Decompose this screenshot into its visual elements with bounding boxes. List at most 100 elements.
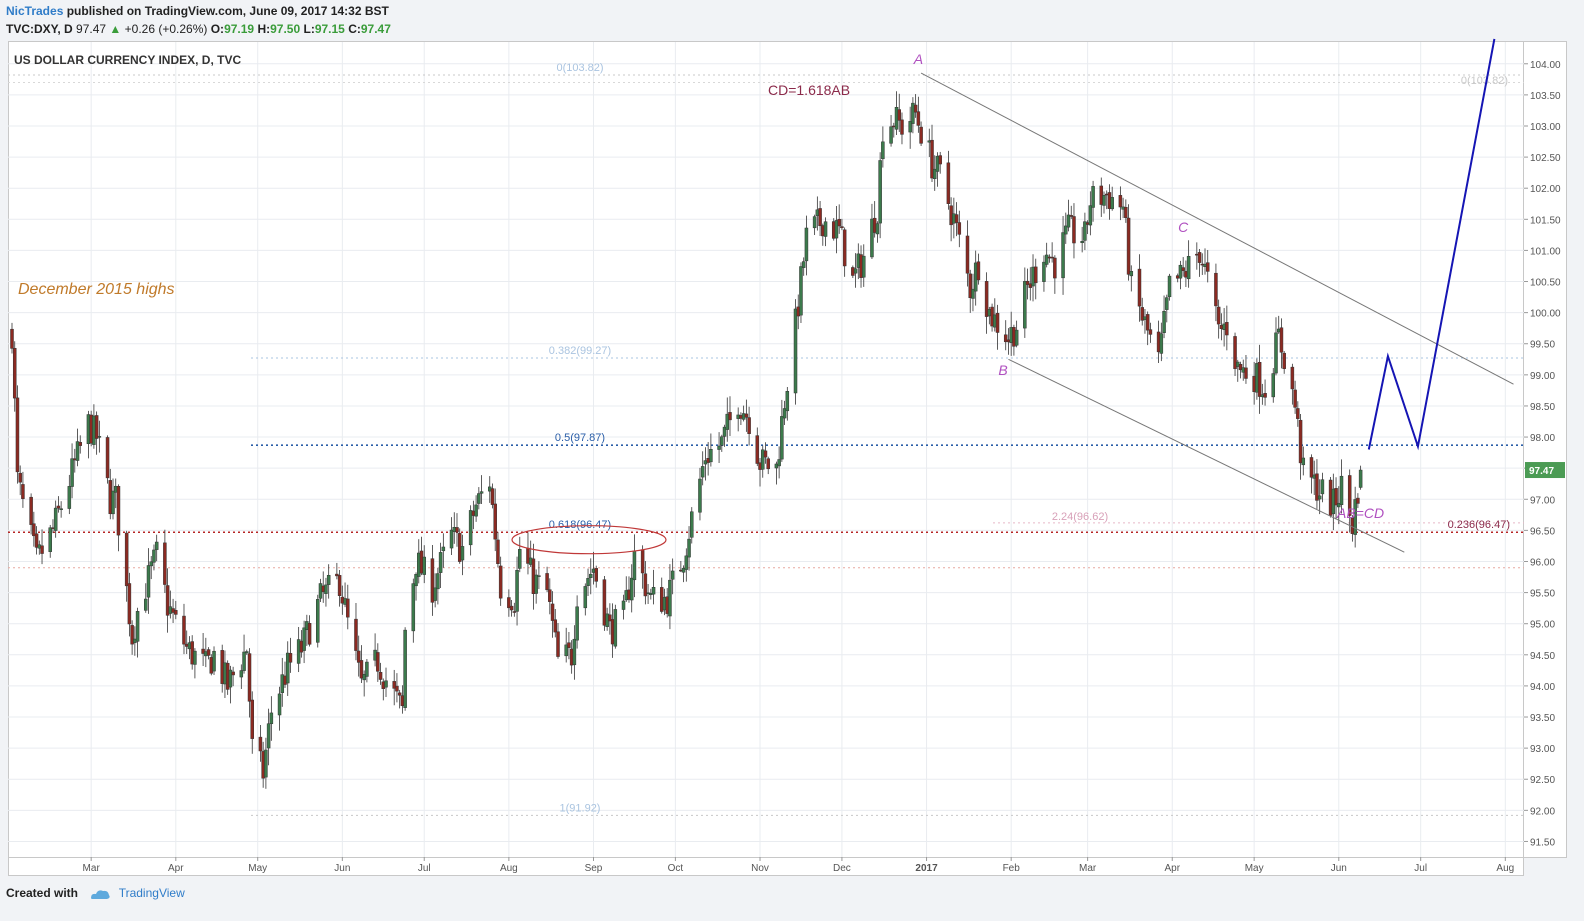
candle-body <box>842 229 847 267</box>
candle-body <box>455 527 459 533</box>
tradingview-link[interactable]: TradingView <box>119 886 185 900</box>
candle-body <box>1356 497 1360 504</box>
candle-body <box>154 541 159 550</box>
candle-body <box>946 162 951 204</box>
candle-body <box>182 615 186 645</box>
y-tick-label: 95.00 <box>1530 620 1555 631</box>
candle-body <box>1271 373 1276 398</box>
candle-body <box>957 222 962 235</box>
candle-body <box>1205 262 1210 272</box>
y-tick-label: 94.00 <box>1530 682 1555 693</box>
fibonacci-levels: 0(103.82)0.382(99.27)0.5(97.87)0.618(96.… <box>8 62 1524 816</box>
candle-body <box>365 661 369 677</box>
fib-right-label: 0(103.82) <box>1461 75 1508 87</box>
candle-body <box>97 436 102 438</box>
candle-body <box>1014 329 1019 346</box>
candle-body <box>515 569 519 612</box>
candle-body <box>212 650 216 672</box>
x-tick-label: Jul <box>1414 863 1427 874</box>
candle-body <box>1298 419 1303 464</box>
candle-body <box>441 546 446 552</box>
candle-body <box>1137 268 1142 307</box>
candlestick-series <box>10 91 1363 789</box>
candle-body <box>264 749 268 778</box>
candle-body <box>1091 186 1095 208</box>
candle-body <box>397 692 402 696</box>
x-tick-label: Sep <box>585 863 603 874</box>
candle-body <box>684 555 689 570</box>
candle-body <box>135 611 140 642</box>
y-tick-label: 93.50 <box>1530 713 1555 724</box>
candle-body <box>1118 195 1123 208</box>
candle-body <box>1186 256 1191 280</box>
candle-body <box>728 412 732 421</box>
candle-body <box>403 629 407 708</box>
candle-body <box>144 598 148 611</box>
candle-body <box>698 478 702 513</box>
candle-body <box>589 573 593 578</box>
candle-body <box>1181 267 1185 271</box>
candle-body <box>537 575 541 577</box>
candle-body <box>720 436 724 446</box>
candle-body <box>346 598 350 618</box>
candle-body <box>1110 197 1114 210</box>
candle-body <box>1162 310 1166 333</box>
candle-body <box>567 642 571 648</box>
candle-body <box>477 493 481 504</box>
candle-body <box>376 652 380 672</box>
axis-labels: 91.50 92.00 92.50 93.00 93.50 94.00 94.50 95.00… <box>83 60 1565 874</box>
candle-body <box>53 507 58 531</box>
candle-body <box>1334 488 1338 506</box>
candle-body <box>378 671 383 680</box>
candle-body <box>586 578 590 586</box>
candle-body <box>67 486 72 509</box>
candle-body <box>687 538 691 558</box>
candle-body <box>1244 367 1248 379</box>
candle-body <box>553 619 558 633</box>
y-tick-label: 99.00 <box>1530 371 1555 382</box>
candle-body <box>916 111 921 126</box>
x-tick-label: Aug <box>1496 863 1514 874</box>
candle-body <box>449 529 454 549</box>
candle-body <box>1216 306 1221 325</box>
candle-body <box>1282 352 1286 369</box>
candle-body <box>670 570 675 580</box>
x-tick-label: Apr <box>1164 863 1180 874</box>
drawing-tools: A B C December 2015 highs CD=1.618AB AB=CD <box>18 38 1514 555</box>
candle-body <box>881 141 885 160</box>
candle-body <box>572 638 577 666</box>
candle-body <box>266 723 271 749</box>
y-tick-label: 103.00 <box>1530 122 1561 133</box>
candle-body <box>18 472 22 483</box>
candle-body <box>146 565 151 598</box>
candle-body <box>1044 254 1049 265</box>
candle-body <box>818 208 822 227</box>
x-tick-label: Jun <box>334 863 350 874</box>
candle-body <box>1279 327 1284 353</box>
candle-body <box>878 160 882 224</box>
x-tick-label: Feb <box>1003 863 1021 874</box>
candle-body <box>326 574 331 585</box>
candle-body <box>1301 457 1306 466</box>
candle-body <box>837 218 841 227</box>
candle-body <box>127 583 132 625</box>
candle-body <box>690 511 694 538</box>
x-tick-label: 2017 <box>915 863 938 874</box>
candle-body <box>496 539 500 564</box>
candle-body <box>651 587 656 595</box>
y-tick-label: 95.50 <box>1530 589 1555 600</box>
pattern-point-label: C <box>1178 219 1189 235</box>
candle-body <box>29 496 33 525</box>
x-tick-label: Oct <box>668 863 684 874</box>
candle-body <box>1088 205 1093 226</box>
candle-body <box>804 227 809 262</box>
candle-body <box>1290 366 1295 390</box>
x-tick-label: Aug <box>500 863 518 874</box>
last-price-badge-label: 97.47 <box>1529 466 1554 477</box>
candle-body <box>1129 270 1134 277</box>
candle-body <box>493 503 497 540</box>
candle-body <box>354 618 358 651</box>
candle-body <box>40 545 44 554</box>
candle-body <box>10 328 14 349</box>
candle-body <box>1317 495 1322 500</box>
